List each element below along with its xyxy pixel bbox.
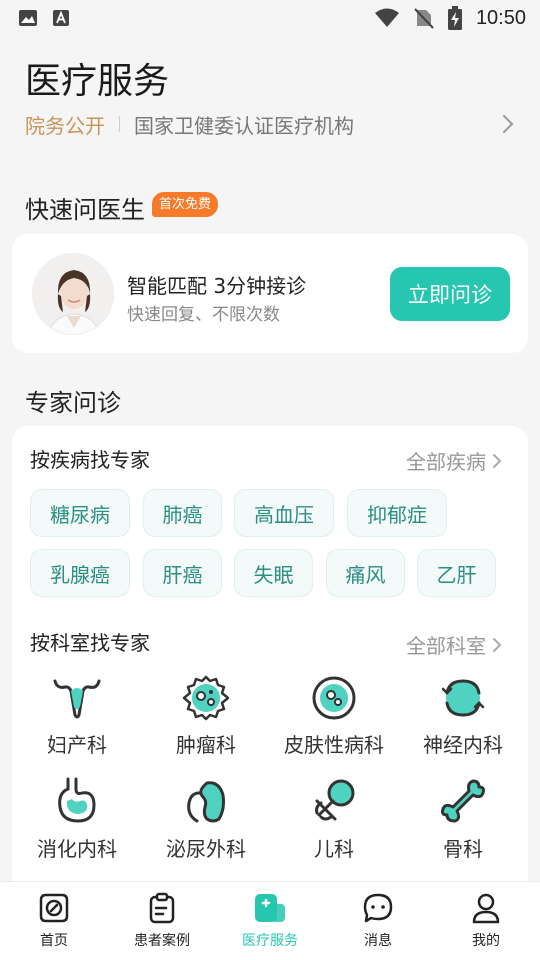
expert-card: 按疾病找专家 全部疾病 糖尿病 肺癌 高血压 抑郁症 乳腺癌 肝癌 失眠 痛风 … xyxy=(12,426,528,906)
bottom-tab-bar: 首页 患者案例 医疗服务 消息 我的 xyxy=(0,881,540,960)
tab-label: 首页 xyxy=(40,933,68,949)
doctor-avatar xyxy=(32,253,114,335)
hospital-desc: 国家卫健委认证医疗机构 xyxy=(134,113,354,138)
hospital-info-row[interactable]: 院务公开 国家卫健委认证医疗机构 xyxy=(25,110,515,138)
department-item[interactable]: 神经内科 xyxy=(403,675,523,758)
divider xyxy=(119,116,120,132)
all-departments-link[interactable]: 全部科室 xyxy=(406,630,502,659)
department-item[interactable]: 儿科 xyxy=(274,777,394,862)
department-label: 神经内科 xyxy=(423,733,503,757)
tab-label: 医疗服务 xyxy=(242,933,298,949)
department-item[interactable]: 皮肤性病科 xyxy=(274,675,394,758)
disease-chip[interactable]: 肺癌 xyxy=(143,489,222,537)
a-icon xyxy=(53,10,69,26)
all-departments-label: 全部科室 xyxy=(406,634,486,658)
chevron-right-icon xyxy=(493,453,502,468)
quick-consult-subtitle: 快速回复、不限次数 xyxy=(127,305,280,325)
tab-label: 我的 xyxy=(472,933,500,949)
stomach-icon xyxy=(58,777,96,823)
department-label: 儿科 xyxy=(314,837,354,861)
consult-now-button[interactable]: 立即问诊 xyxy=(390,267,510,321)
page-title: 医疗服务 xyxy=(25,61,170,102)
tab-messages[interactable]: 消息 xyxy=(324,882,432,960)
expert-section-title: 专家问诊 xyxy=(25,389,121,417)
tab-profile[interactable]: 我的 xyxy=(432,882,540,960)
quick-consult-title: 智能匹配 3分钟接诊 xyxy=(127,274,307,298)
home-icon xyxy=(39,893,69,923)
uterus-icon xyxy=(53,679,101,719)
chevron-right-icon xyxy=(503,115,514,133)
disease-section-title: 按疾病找专家 xyxy=(30,448,150,472)
disease-chip[interactable]: 失眠 xyxy=(234,549,313,597)
department-label: 消化内科 xyxy=(37,837,117,861)
disease-chip[interactable]: 高血压 xyxy=(234,489,334,537)
all-diseases-label: 全部疾病 xyxy=(406,450,486,474)
quick-section-title: 快速问医生 xyxy=(25,196,145,224)
disease-chip[interactable]: 抑郁症 xyxy=(347,489,447,537)
department-label: 泌尿外科 xyxy=(166,837,246,861)
tab-patient-cases[interactable]: 患者案例 xyxy=(108,882,216,960)
department-item[interactable]: 泌尿外科 xyxy=(146,777,266,862)
no-sim-icon xyxy=(414,8,434,29)
medical-service-icon xyxy=(255,894,285,922)
chevron-right-icon xyxy=(493,637,502,652)
department-label: 妇产科 xyxy=(47,733,107,757)
department-item[interactable]: 妇产科 xyxy=(17,675,137,758)
department-section-title: 按科室找专家 xyxy=(30,631,150,655)
clipboard-icon xyxy=(149,892,175,924)
status-bar: 10:50 xyxy=(0,0,540,36)
bone-icon xyxy=(441,779,485,823)
battery-charging-icon xyxy=(447,6,462,30)
department-item[interactable]: 骨科 xyxy=(403,777,523,862)
disease-chip[interactable]: 糖尿病 xyxy=(30,489,130,537)
tumor-cell-icon xyxy=(182,675,230,721)
department-label: 骨科 xyxy=(443,837,483,861)
hospital-tag: 院务公开 xyxy=(25,113,105,138)
clock: 10:50 xyxy=(475,6,526,29)
disease-chip[interactable]: 肝癌 xyxy=(143,549,222,597)
chat-icon xyxy=(363,893,393,923)
disease-chip[interactable]: 乳腺癌 xyxy=(30,549,130,597)
tab-medical-service[interactable]: 医疗服务 xyxy=(216,882,324,960)
department-item[interactable]: 消化内科 xyxy=(17,777,137,862)
department-label: 肿瘤科 xyxy=(176,733,236,757)
tab-label: 消息 xyxy=(364,933,392,949)
pacifier-icon xyxy=(315,779,355,821)
disease-chip[interactable]: 乙肝 xyxy=(417,549,496,597)
kidney-icon xyxy=(187,781,225,823)
free-badge: 首次免费 xyxy=(152,192,219,217)
skin-cell-icon xyxy=(312,676,356,720)
all-diseases-link[interactable]: 全部疾病 xyxy=(406,446,502,475)
wifi-icon xyxy=(374,8,399,27)
department-label: 皮肤性病科 xyxy=(284,733,384,757)
tab-label: 患者案例 xyxy=(134,933,190,949)
brain-icon xyxy=(441,679,485,717)
image-icon xyxy=(19,10,37,26)
department-item[interactable]: 肿瘤科 xyxy=(146,675,266,758)
tab-home[interactable]: 首页 xyxy=(0,882,108,960)
disease-chip[interactable]: 痛风 xyxy=(326,549,405,597)
user-icon xyxy=(472,893,500,924)
quick-consult-card[interactable]: 智能匹配 3分钟接诊 快速回复、不限次数 立即问诊 xyxy=(12,234,528,353)
